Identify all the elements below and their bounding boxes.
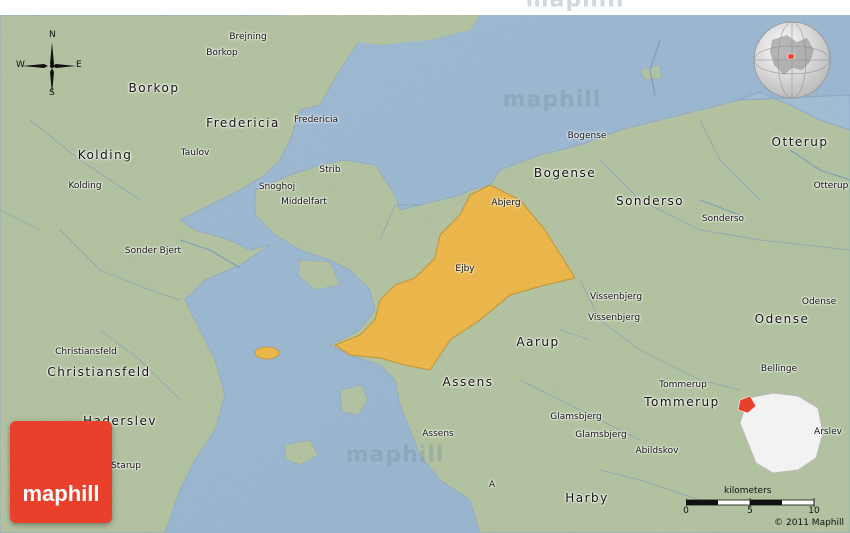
label-sonderso: Sonderso — [615, 194, 685, 208]
label-a-point: A — [488, 480, 496, 490]
label-fredericia-small: Fredericia — [294, 115, 338, 125]
scale-bar — [686, 498, 815, 507]
copyright-notice: © 2011 Maphill — [774, 518, 844, 528]
label-vissenbjerg-2: Vissenbjerg — [587, 313, 641, 323]
compass-rose: N S E W — [16, 30, 82, 98]
maphill-logo[interactable]: maphill — [10, 421, 112, 523]
label-fredericia: Fredericia — [206, 116, 280, 130]
label-odense: Odense — [754, 312, 810, 326]
label-strib: Strib — [319, 165, 341, 175]
watermark-top: maphill — [525, 0, 625, 13]
label-otterup: Otterup — [771, 135, 829, 149]
label-kolding: Kolding — [77, 148, 133, 162]
label-vissenbjerg-1: Vissenbjerg — [589, 292, 643, 302]
region-locator — [728, 388, 828, 478]
watermark-middle: maphill — [502, 87, 602, 113]
scale-tick-0: 0 — [683, 506, 689, 516]
scale-tick-10: 10 — [808, 506, 820, 516]
label-glamsbjerg-1: Glamsbjerg — [550, 412, 602, 422]
globe-icon — [753, 21, 831, 99]
label-snoghoj: Snoghoj — [258, 182, 296, 192]
label-tommerup-small: Tommerup — [659, 380, 707, 390]
label-middelfart: Middelfart — [281, 197, 327, 207]
map-view[interactable]: maphill maphill maphill N S E W Bogense … — [0, 0, 850, 533]
scale-tick-5: 5 — [747, 506, 753, 516]
label-borkop: Borkop — [128, 81, 180, 95]
label-christiansfeld-small: Christiansfeld — [55, 347, 117, 357]
globe-locator — [752, 20, 832, 100]
label-ejby: Ejby — [455, 264, 475, 274]
logo-text: maphill — [22, 481, 100, 506]
label-sonder-bjert: Sonder Bjert — [124, 246, 182, 256]
label-aarup: Aarup — [516, 335, 560, 349]
label-kolding-small: Kolding — [68, 181, 102, 191]
compass-icon — [22, 42, 76, 94]
compass-east: E — [76, 60, 82, 70]
label-assens: Assens — [442, 375, 494, 389]
label-bogense-small: Bogense — [567, 131, 607, 141]
label-taulov: Taulov — [180, 148, 210, 158]
label-borkop-small: Borkop — [206, 48, 238, 58]
label-otterup-small: Otterup — [813, 181, 849, 191]
compass-west: W — [16, 60, 25, 70]
label-starup: Starup — [111, 461, 141, 471]
label-abildskov: Abildskov — [635, 446, 679, 456]
compass-south: S — [49, 88, 55, 98]
label-christiansfeld: Christiansfeld — [47, 365, 151, 379]
label-assens-small: Assens — [422, 429, 454, 439]
watermark-bottom: maphill — [345, 442, 445, 468]
label-brejning: Brejning — [229, 32, 267, 42]
compass-north: N — [49, 30, 56, 40]
label-abjerg: Abjerg — [491, 198, 521, 208]
label-glamsbjerg-2: Glamsbjerg — [575, 430, 627, 440]
label-bellinge: Bellinge — [760, 364, 798, 374]
label-arslev: Arslev — [814, 427, 842, 437]
fyn-outline-icon — [737, 392, 824, 474]
label-tommerup: Tommerup — [644, 395, 720, 409]
label-harby: Harby — [565, 491, 609, 505]
label-sonderso-small: Sonderso — [701, 214, 745, 224]
top-strip — [0, 0, 850, 15]
label-bogense: Bogense — [533, 166, 597, 180]
label-odense-small: Odense — [801, 297, 837, 307]
